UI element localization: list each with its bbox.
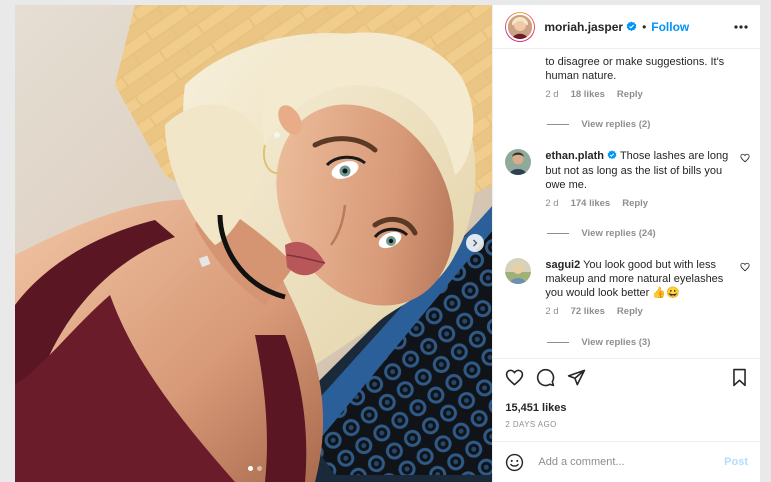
view-replies-label: View replies (2)	[581, 119, 651, 130]
comment-meta: 2 d 174 likes Reply	[545, 198, 736, 209]
comment-text: ethan.plath Those lashes are long but no…	[545, 149, 736, 192]
more-options-icon[interactable]	[734, 24, 748, 29]
carousel-indicator	[248, 466, 262, 471]
post-action-bar	[493, 358, 760, 396]
comments-list[interactable]: to disagree or make suggestions. It's hu…	[493, 49, 760, 358]
comment-like-heart-icon[interactable]	[736, 149, 750, 209]
chevron-right-icon	[473, 239, 478, 247]
comment-item: to disagree or make suggestions. It's hu…	[505, 55, 750, 100]
view-replies-button[interactable]: View replies (3)	[547, 337, 650, 348]
reply-button[interactable]: Reply	[622, 198, 648, 209]
comment-text: to disagree or make suggestions. It's hu…	[545, 56, 725, 82]
post-date: 2 DAYS AGO	[493, 414, 760, 442]
commenter-avatar[interactable]	[505, 149, 532, 175]
comment-time[interactable]: 2 d	[545, 306, 558, 317]
post-header: moriah.jasper • Follow	[493, 5, 760, 49]
selfie-photo	[15, 5, 493, 482]
comment-meta: 2 d 72 likes Reply	[545, 306, 736, 317]
verified-badge-icon	[626, 21, 637, 32]
view-replies-label: View replies (3)	[581, 337, 651, 348]
replies-line	[547, 342, 570, 343]
author-avatar[interactable]	[505, 11, 536, 42]
carousel-dot[interactable]	[257, 466, 262, 471]
carousel-next-button[interactable]	[466, 234, 484, 252]
comment-likes[interactable]: 18 likes	[571, 89, 605, 100]
share-icon[interactable]	[567, 368, 586, 387]
header-separator: •	[642, 19, 647, 34]
view-replies-button[interactable]: View replies (24)	[547, 228, 656, 239]
bookmark-icon[interactable]	[731, 368, 748, 387]
author-username[interactable]: moriah.jasper	[544, 20, 623, 34]
view-replies-button[interactable]: View replies (2)	[547, 119, 650, 130]
comment-username[interactable]: ethan.plath	[545, 150, 604, 162]
comment-item: ethan.plath Those lashes are long but no…	[505, 149, 750, 209]
commenter-avatar[interactable]	[505, 258, 532, 284]
comment-meta: 2 d 18 likes Reply	[545, 89, 750, 100]
view-replies-label: View replies (24)	[581, 228, 656, 239]
replies-line	[547, 124, 570, 125]
comment-like-heart-icon[interactable]	[736, 258, 750, 317]
post-comment-button[interactable]: Post	[724, 456, 748, 468]
post-dialog: moriah.jasper • Follow to disagree or ma…	[15, 5, 760, 482]
comment-time[interactable]: 2 d	[545, 198, 558, 209]
comment-username[interactable]: sagui2	[545, 259, 580, 271]
reply-button[interactable]: Reply	[617, 89, 643, 100]
comment-likes[interactable]: 174 likes	[571, 198, 611, 209]
heart-icon[interactable]	[505, 368, 524, 387]
likes-count[interactable]: 15,451 likes	[493, 396, 760, 414]
replies-line	[547, 233, 570, 234]
carousel-dot[interactable]	[248, 466, 253, 471]
comment-icon[interactable]	[536, 368, 555, 387]
post-side-panel: moriah.jasper • Follow to disagree or ma…	[492, 5, 760, 482]
comment-text: sagui2 You look good but with less makeu…	[545, 258, 736, 300]
comment-time[interactable]: 2 d	[545, 89, 558, 100]
comment-input[interactable]	[536, 455, 725, 469]
follow-button[interactable]: Follow	[651, 20, 689, 34]
reply-button[interactable]: Reply	[617, 306, 643, 317]
post-photo[interactable]	[15, 5, 493, 482]
avatar	[506, 12, 535, 41]
comment-item: sagui2 You look good but with less makeu…	[505, 258, 750, 317]
emoji-icon[interactable]	[505, 453, 524, 472]
verified-badge-icon	[607, 150, 617, 164]
comment-likes[interactable]: 72 likes	[571, 306, 605, 317]
comment-composer: Post	[493, 442, 760, 482]
